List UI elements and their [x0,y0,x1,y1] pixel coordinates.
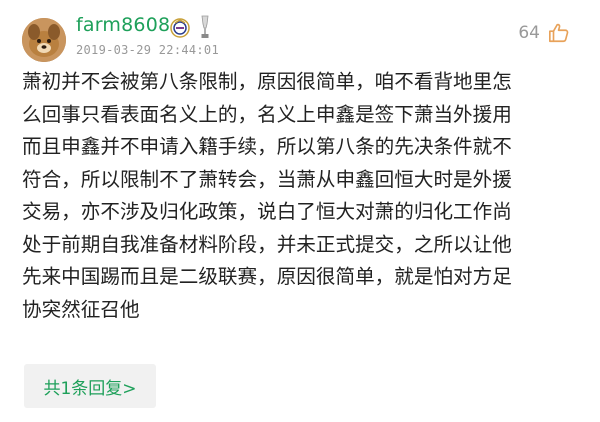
post-timestamp: 2019-03-29 22:44:01 [76,43,219,57]
club-crest-icon [170,18,190,38]
thumbs-up-icon[interactable] [548,22,570,44]
view-replies-button[interactable]: 共1条回复> [24,364,156,408]
comment-line: 协突然征召他 [22,297,140,321]
comment-body: 萧初并不会被第八条限制，原因很简单，咱不看背地里怎 么回事只看表面名义上的，名义… [22,66,582,326]
comment-line: 么回事只看表面名义上的，名义上申鑫是签下萧当外援用 [22,102,512,126]
comment-line: 处于前期自我准备材料阶段，并未正式提交，之所以让他 [22,232,512,256]
like-control[interactable]: 64 [518,22,570,44]
comment-line: 符合，所以限制不了萧转会，当萧从申鑫回恒大时是外援 [22,167,512,191]
like-count: 64 [518,23,540,43]
comment-line: 而且申鑫并不申请入籍手续，所以第八条的先决条件就不 [22,135,512,158]
comment-line: 萧初并不会被第八条限制，原因很简单，咱不看背地里怎 [22,70,512,93]
avatar[interactable] [22,18,66,62]
trophy-icon [201,15,209,38]
comment-line: 交易，亦不涉及归化政策，说白了恒大对萧的归化工作尚 [22,200,512,223]
comment-line: 先来中国踢而且是二级联赛，原因很简单，就是怕对方足 [22,265,512,288]
username[interactable]: farm8608 [76,14,170,36]
